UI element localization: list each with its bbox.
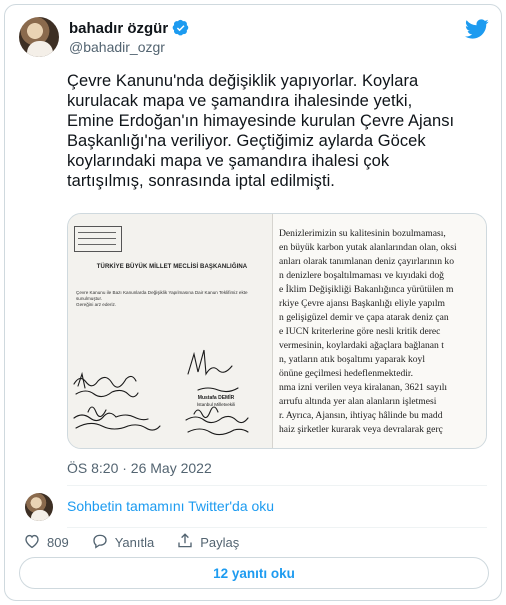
- document-line: vermesinin, koylardaki ağaçlara bağlanan…: [279, 340, 444, 351]
- document-line: nma izni verilen veya kiralanan, 3621 sa…: [279, 382, 448, 393]
- document-line: e İklim Değişikliği Bakanlığınca yürütül…: [279, 284, 454, 295]
- document-line: n, yatların atık boşaltımı yaparak koyl: [279, 354, 426, 365]
- like-count: 809: [47, 534, 69, 550]
- author-handle[interactable]: @bahadir_ozgr: [69, 39, 165, 55]
- verified-badge-icon: [172, 19, 190, 37]
- twitter-bird-icon[interactable]: [465, 17, 489, 41]
- tweet-photo[interactable]: TÜRKİYE BÜYÜK MİLLET MECLİSİ BAŞKANLIĞIN…: [67, 213, 487, 449]
- reply-label: Yanıtla: [114, 534, 155, 550]
- reply-button[interactable]: Yanıtla: [91, 532, 155, 553]
- document-page-left: TÜRKİYE BÜYÜK MİLLET MECLİSİ BAŞKANLIĞIN…: [68, 214, 273, 448]
- read-conversation-link[interactable]: Sohbetin tamamını Twitter'da oku: [67, 498, 274, 514]
- conversation-avatar: [25, 493, 53, 521]
- document-line: n gelişigüzel demir ve çapa atarak deniz…: [279, 312, 449, 323]
- tweet-card: bahadır özgür @bahadir_ozgr Çevre Kanunu…: [4, 4, 502, 601]
- document-line: e IUCN kriterlerine göre nesli kritik de…: [279, 326, 441, 337]
- share-upload-icon: [176, 532, 194, 553]
- divider: [67, 485, 487, 486]
- author-avatar[interactable]: [19, 17, 59, 57]
- author-name-row[interactable]: bahadır özgür: [69, 19, 190, 37]
- document-line: Denizlerimizin su kalitesinin bozulmamas…: [279, 228, 446, 239]
- document-line: haiz şirketler kurarak veya devralarak g…: [279, 424, 443, 435]
- share-label: Paylaş: [200, 534, 240, 550]
- handwritten-signatures: [73, 349, 249, 436]
- tweet-timestamp[interactable]: ÖS 8:20 · 26 May 2022: [67, 460, 212, 476]
- heart-icon: [23, 532, 41, 553]
- document-line: en büyük karbon yutak alanlarından olan,…: [279, 242, 457, 253]
- divider: [67, 527, 487, 528]
- tweet-text: Çevre Kanunu'nda değişiklik yapıyorlar. …: [67, 72, 455, 190]
- author-display-name[interactable]: bahadır özgür: [69, 20, 168, 37]
- document-line: önüne geçilmesi hedeflenmektedir.: [279, 368, 413, 379]
- conversation-row[interactable]: [19, 487, 53, 527]
- document-line: rkiye Çevre ajansı Başkanlığı eliyle yap…: [279, 298, 445, 309]
- document-line: n denizlere boşaltılmaması ve kıyıdaki d…: [279, 270, 444, 281]
- reply-bubble-icon: [91, 532, 109, 553]
- document-signer-name: Mustafa DEMİR: [197, 395, 235, 401]
- document-page-right: Denizlerimizin su kalitesinin bozulmamas…: [273, 214, 486, 448]
- like-button[interactable]: 809: [23, 532, 69, 553]
- action-bar: 809 Yanıtla Paylaş: [19, 529, 261, 555]
- document-line: arrufu altında yer alan alanların işletm…: [279, 396, 437, 407]
- document-signer-title: İstanbul Milletvekili: [196, 402, 236, 407]
- document-line: anları olarak tanımlanan deniz çayırları…: [279, 256, 455, 267]
- document-line: r. Ayrıca, Ajansın, ihtiyaç hâlinde bu m…: [279, 410, 443, 421]
- share-button[interactable]: Paylaş: [176, 532, 239, 553]
- read-replies-button[interactable]: 12 yanıtı oku: [19, 557, 489, 589]
